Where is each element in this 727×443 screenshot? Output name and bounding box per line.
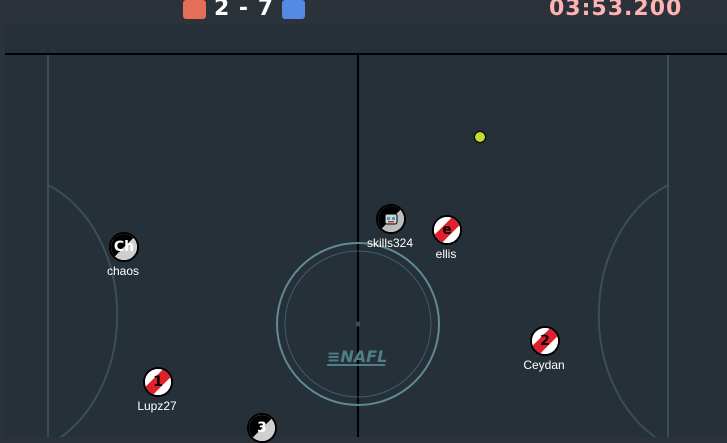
player-name: Ceydan [523,358,565,372]
field-logo: ≡NAFL [327,347,387,366]
player-avatar: 1 [153,374,163,390]
player-lupz27[interactable]: 1 Lupz27 [137,366,177,413]
player-skills324[interactable]: skills324 [367,203,413,250]
player-chaos[interactable]: Ch chaos [107,231,139,278]
player-ellis[interactable]: e ellis [431,214,462,261]
player-name: Lupz27 [137,399,177,413]
player-avatar: 2 [540,333,550,349]
player-number-3[interactable]: 3 [246,412,277,443]
game-timer: 03:53.200 [549,0,683,21]
red-team-chip [183,0,206,19]
scoreboard: 2 - 7 03:53.200 [0,0,727,22]
robot-icon [378,206,404,232]
player-name: ellis [435,247,457,261]
player-ceydan[interactable]: 2 Ceydan [523,325,565,372]
blue-team-chip [282,0,305,19]
player-avatar: 3 [257,420,267,436]
player-avatar: Ch [113,239,135,255]
player-avatar: e [442,222,452,238]
score-display: 2 - 7 [213,0,275,21]
player-name: skills324 [366,236,414,250]
player-name: chaos [106,264,140,278]
ball [474,131,486,143]
